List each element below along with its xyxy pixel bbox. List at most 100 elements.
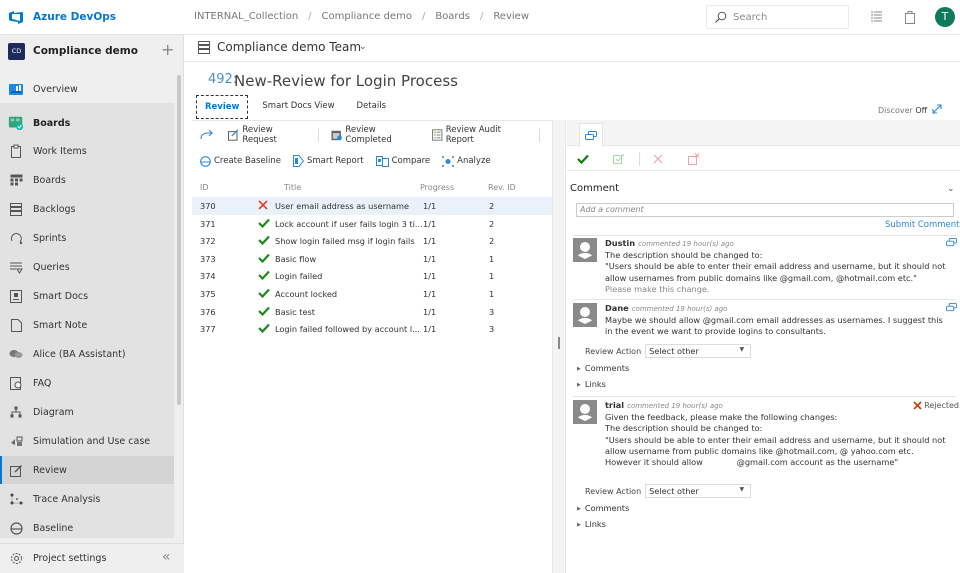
tab-review[interactable]: Review [196,95,249,119]
compare-button[interactable]: Compare [375,155,431,167]
sidebar: CD Compliance demo + Overview Boards Wor… [0,35,184,573]
sidebar-item-review[interactable]: Review [0,456,174,484]
analyze-button[interactable]: Analyze [442,155,491,167]
comments-pane-tabs [567,120,960,147]
sidebar-item-work-items[interactable]: Work Items [0,137,174,165]
baseline-icon [8,520,24,536]
review-completed-button[interactable]: Review Completed [331,125,420,145]
backlog-team-icon [198,41,210,54]
sidebar-item-backlogs[interactable]: Backlogs [0,195,174,223]
create-baseline-button[interactable]: Create Baseline [200,155,281,167]
table-row[interactable]: 374 Login failed 1/1 1 [192,267,552,285]
review-audit-report-button[interactable]: Review Audit Report [432,125,527,145]
sidebar-item-queries[interactable]: Queries [0,253,174,281]
approve-with-comment-button[interactable] [609,149,629,169]
sidebar-item-trace-analysis[interactable]: Trace Analysis [0,485,174,513]
analyze-icon [442,155,455,167]
sidebar-item-overview[interactable]: Overview [0,75,174,103]
comment-text: Maybe we should allow @gmail.com email a… [605,315,943,337]
sidebar-item-baseline[interactable]: Baseline [0,514,174,542]
sidebar-item-diagram[interactable]: Diagram [0,398,174,426]
sidebar-item-label: Boards [33,117,71,129]
team-chevron-down-icon[interactable]: ⌄ [359,42,367,52]
tab-discussion[interactable] [579,123,603,147]
cell-title: Show login failed msg if login fails [275,236,415,247]
search-input[interactable]: Search [706,5,849,29]
reject-with-comment-button[interactable] [684,149,704,169]
approved-check-icon [258,253,270,265]
smart-report-button[interactable]: Smart Report [292,155,364,167]
marketplace-bag-icon[interactable] [904,10,916,24]
sidebar-item-boards-hub[interactable]: Boards [0,109,174,137]
brand-name[interactable]: Azure DevOps [33,11,116,23]
cell-progress: 1/1 [423,306,437,317]
discover-label: Discover [878,106,913,115]
comments-expander[interactable]: ▶ Comments [577,363,629,373]
sidebar-item-smart-note[interactable]: Smart Note [0,311,174,339]
table-row[interactable]: 377 Login failed followed by account l...… [192,320,552,338]
comments-expander[interactable]: ▶ Comments [577,503,629,513]
column-header-title[interactable]: Title [284,183,301,192]
reject-button[interactable] [648,149,668,169]
team-name[interactable]: Compliance demo Team [217,40,361,54]
discover-toggle[interactable]: Discover Off [878,106,927,115]
table-row[interactable]: 372 Show login failed msg if login fails 1… [192,232,552,250]
reply-thread-icon[interactable] [946,303,957,312]
splitter-grip[interactable] [558,337,560,349]
add-comment-input[interactable]: Add a comment [576,203,954,217]
sidebar-item-label: Queries [33,261,70,273]
task-list-icon[interactable] [870,10,883,23]
submit-comment-button[interactable]: Submit Comment [885,220,960,230]
table-row[interactable]: 370 User email address as username 1/1 2 [192,197,552,215]
review-action-select[interactable]: Select other ▼ [645,344,752,358]
collapse-sidebar-icon[interactable]: « [162,549,171,565]
sidebar-item-faq[interactable]: FAQ [0,369,174,397]
table-row[interactable]: 376 Basic test 1/1 3 [192,303,552,321]
add-icon[interactable]: + [161,40,174,59]
breadcrumb-collection[interactable]: INTERNAL_Collection [194,11,298,22]
sidebar-item-boards[interactable]: Boards [0,166,174,194]
comment-text-muted: Please make this change. [605,283,710,294]
sidebar-item-sprints[interactable]: Sprints [0,224,174,252]
links-expander[interactable]: ▶ Links [577,379,606,389]
comments-expander-label: Comments [584,363,630,373]
column-header-progress[interactable]: Progress [420,183,454,192]
sidebar-item-label: FAQ [33,377,52,389]
review-action-select[interactable]: Select other ▼ [645,484,752,498]
review-request-button[interactable]: Review Request [228,125,306,145]
tab-smart-docs-view[interactable]: Smart Docs View [254,95,342,119]
azure-devops-logo-icon[interactable] [8,9,24,25]
tab-details[interactable]: Details [349,95,394,119]
user-avatar[interactable]: T [935,7,955,27]
links-expander[interactable]: ▶ Links [577,519,606,529]
column-header-rev-id[interactable]: Rev. ID [488,183,516,192]
column-header-id[interactable]: ID [200,183,209,192]
comment-text: Given the feedback, please make the foll… [605,412,838,423]
rejected-x-icon [913,401,922,410]
chevron-down-icon[interactable]: ⌄ [947,184,955,194]
reply-thread-icon[interactable] [946,238,957,247]
cell-progress: 1/1 [423,253,437,264]
cell-progress: 1/1 [423,201,437,211]
redo-button[interactable] [200,130,216,140]
compare-label: Compare [391,156,431,166]
dropdown-arrow-icon: ▼ [739,486,745,493]
project-name[interactable]: Compliance demo [33,45,138,57]
sidebar-item-label: Backlogs [33,203,76,215]
work-item-title[interactable]: New-Review for Login Process [234,72,458,90]
table-row[interactable]: 373 Basic flow 1/1 1 [192,250,552,268]
table-row[interactable]: 375 Account locked 1/1 1 [192,285,552,303]
breadcrumb-review[interactable]: Review [493,11,529,22]
project-settings[interactable]: Project settings « [0,543,184,573]
table-row[interactable]: 371 Lock account if user fails login 3 ti… [192,215,552,233]
pane-splitter[interactable] [552,120,566,573]
approve-button[interactable] [573,149,593,169]
sidebar-item-smart-docs[interactable]: Smart Docs [0,282,174,310]
breadcrumb-project[interactable]: Compliance demo [322,11,412,22]
cell-id: 371 [200,218,216,229]
expand-icon[interactable] [932,104,942,114]
breadcrumb-boards[interactable]: Boards [435,11,470,22]
sidebar-item-simulation[interactable]: Simulation and Use case [0,427,174,455]
sidebar-scrollbar[interactable] [177,75,181,405]
sidebar-item-alice[interactable]: Alice (BA Assistant) [0,340,174,368]
